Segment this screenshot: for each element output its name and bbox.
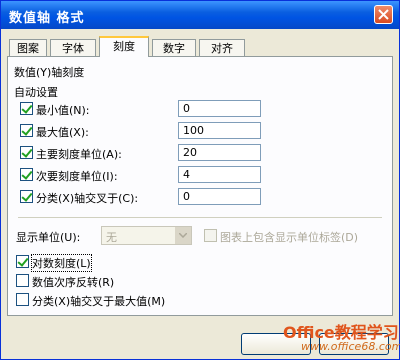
tab-scale[interactable]: 刻度 [99,36,149,57]
crosses-at-input[interactable]: 0 [178,188,261,205]
crosses-at-maximum-label: 分类(X)轴交叉于最大值(M) [32,295,166,308]
watermark-url: www.office68.com [301,340,400,353]
logarithmic-scale-checkbox[interactable] [16,255,29,268]
min-value-input[interactable]: 0 [178,100,261,117]
show-units-label-text: 图表上包含显示单位标签(D) [220,231,359,244]
close-button[interactable] [374,5,393,24]
show-units-label-checkbox[interactable] [204,229,217,242]
crosses-at-auto-checkbox[interactable] [20,190,33,203]
minor-unit-auto-checkbox[interactable] [20,168,33,181]
value-axis-scale-heading: 数值(Y)轴刻度 [14,66,85,79]
format-axis-dialog: 数值轴 格式 图案 字体 刻度 数字 对齐 数值(Y)轴刻度 自动设置 最小值(… [0,0,400,360]
site-watermark: Office教程学习网 www.office68.com [283,319,400,357]
dropdown-button[interactable] [175,227,191,244]
chevron-down-icon [179,233,187,238]
close-icon [378,9,389,20]
dialog-title: 数值轴 格式 [9,11,85,26]
tab-number[interactable]: 数字 [152,39,196,56]
tab-patterns[interactable]: 图案 [9,39,47,56]
logarithmic-scale-label: 对数刻度(L) [31,254,92,272]
values-reverse-order-label: 数值次序反转(R) [32,276,115,289]
display-units-label: 显示单位(U): [16,231,81,244]
major-unit-input[interactable]: 20 [178,144,261,161]
min-auto-checkbox[interactable] [20,102,33,115]
values-reverse-order-checkbox[interactable] [16,274,29,287]
max-value-input[interactable]: 100 [178,122,261,139]
tab-font[interactable]: 字体 [50,39,96,56]
crosses-at-label: 分类(X)轴交叉于(C): [36,192,139,205]
minor-unit-input[interactable]: 4 [178,166,261,183]
display-units-value: 无 [106,231,117,244]
major-unit-auto-checkbox[interactable] [20,146,33,159]
min-label: 最小值(N): [36,104,90,117]
display-units-select[interactable]: 无 [101,226,192,245]
title-bar[interactable]: 数值轴 格式 [1,1,399,29]
max-label: 最大值(X): [36,126,89,139]
major-unit-label: 主要刻度单位(A): [36,148,122,161]
section-divider [18,217,382,218]
minor-unit-label: 次要刻度单位(I): [36,170,118,183]
auto-settings-label: 自动设置 [14,86,58,99]
crosses-at-maximum-checkbox[interactable] [16,293,29,306]
scale-panel: 数值(Y)轴刻度 自动设置 最小值(N): 0 最大值(X): 100 主要刻度… [7,56,393,316]
tab-alignment[interactable]: 对齐 [199,39,245,56]
max-auto-checkbox[interactable] [20,124,33,137]
